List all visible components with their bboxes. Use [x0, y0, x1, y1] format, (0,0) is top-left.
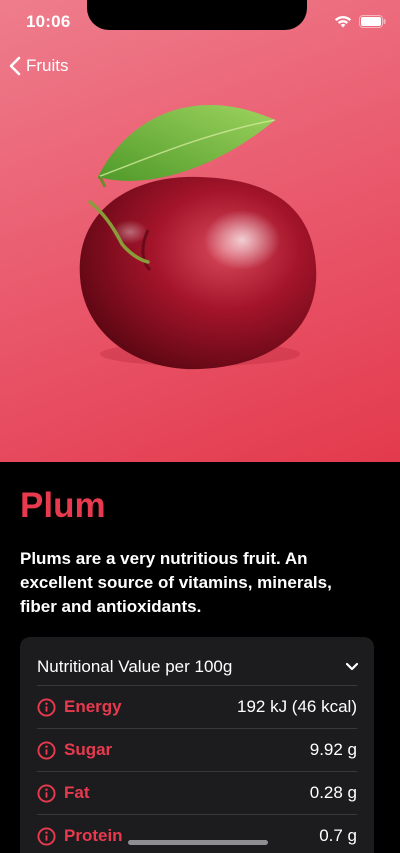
fruit-hero: 10:06 Fruits — [0, 0, 400, 462]
nutrition-row-protein: Protein 0.7 g — [37, 814, 357, 853]
plum-image — [79, 105, 317, 370]
nutrition-value: 0.7 g — [319, 826, 357, 845]
fruit-details: Plum Plums are a very nutritious fruit. … — [0, 462, 400, 853]
wifi-icon — [334, 16, 352, 28]
fruit-title: Plum — [20, 486, 106, 525]
home-indicator[interactable] — [128, 840, 268, 845]
battery-icon — [359, 14, 386, 28]
nutrition-row-sugar: Sugar 9.92 g — [37, 728, 357, 771]
nutrition-row-fat: Fat 0.28 g — [37, 771, 357, 814]
status-bar: 10:06 — [0, 0, 400, 44]
nutrition-label: Sugar — [64, 740, 113, 759]
nutrition-label: Fat — [64, 783, 90, 802]
fruit-description: Plums are a very nutritious fruit. An ex… — [20, 549, 332, 616]
nutrition-card: Nutritional Value per 100g Energy 192 kJ… — [20, 637, 374, 853]
chevron-left-icon — [9, 56, 21, 76]
info-icon — [37, 783, 56, 803]
nutrition-value: 192 kJ (46 kcal) — [237, 697, 357, 716]
nutrition-label: Energy — [64, 697, 122, 716]
chevron-down-icon — [345, 662, 359, 671]
status-time: 10:06 — [26, 12, 71, 31]
nutrition-header-label: Nutritional Value per 100g — [37, 657, 233, 676]
nutrition-value: 9.92 g — [309, 740, 357, 759]
nutrition-row-energy: Energy 192 kJ (46 kcal) — [37, 685, 357, 728]
nutrition-disclosure[interactable]: Nutritional Value per 100g — [37, 657, 359, 677]
notch — [87, 0, 307, 30]
info-icon — [37, 697, 56, 717]
status-icons — [334, 14, 386, 28]
app-screen: 10:06 Fruits Plum Plums are a very nutri… — [0, 0, 400, 853]
nutrition-value: 0.28 g — [309, 783, 357, 802]
info-icon — [37, 740, 56, 760]
nutrition-label: Protein — [64, 826, 123, 845]
back-label: Fruits — [26, 56, 69, 75]
info-icon — [37, 826, 56, 846]
back-button[interactable]: Fruits — [8, 55, 69, 77]
